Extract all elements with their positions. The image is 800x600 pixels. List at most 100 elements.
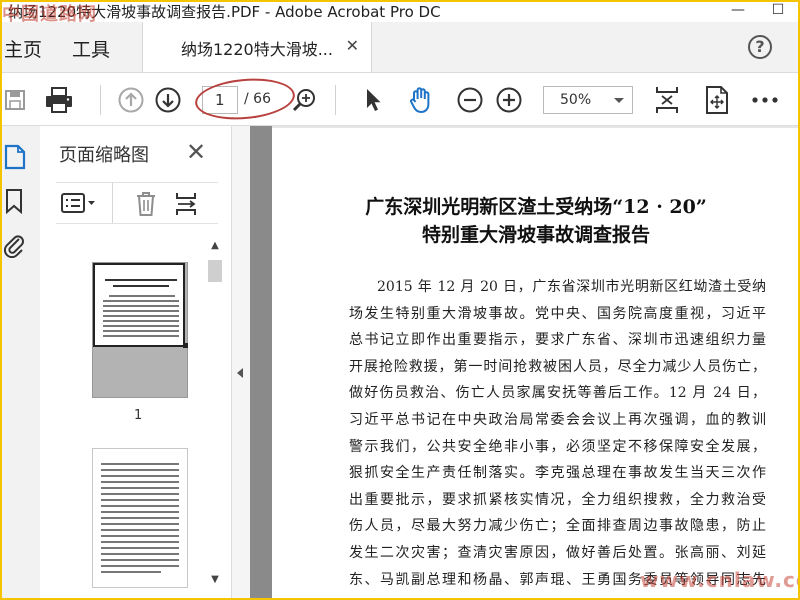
zoom-out-icon[interactable] [455, 85, 485, 115]
panel-title: 页面缩略图 [59, 145, 149, 166]
toolbar-separator [100, 85, 101, 115]
delete-page-icon[interactable] [134, 191, 158, 217]
thumbnail-page-number: 1 [134, 408, 143, 423]
thumbnails-panel: 页面缩略图 ✕ 1 ▲ ▼ [40, 126, 232, 600]
thumb-text-line [103, 335, 179, 337]
thumbnail-tools [56, 182, 218, 224]
scroll-up-icon[interactable]: ▲ [208, 240, 222, 251]
document-margin [250, 126, 272, 600]
thumb-text-line [101, 571, 161, 573]
thumb-text-line [103, 330, 179, 332]
thumb-text-line [103, 320, 179, 322]
collapse-panel-icon[interactable] [237, 368, 243, 378]
tab-row: 主页 工具 纳场1220特大滑坡... ✕ ? [0, 22, 800, 72]
page-view-handle[interactable] [183, 343, 188, 348]
thumbnail-page-1[interactable] [92, 262, 188, 398]
thumb-text-line [113, 285, 169, 287]
text-line: 狠抓安全生产责任制落实。李克强总理在事故发生当天三次作 [349, 465, 766, 482]
next-page-icon[interactable] [153, 85, 183, 115]
thumb-text-line [101, 529, 179, 531]
nav-home[interactable]: 主页 [4, 35, 42, 62]
scrolling-mode-icon[interactable] [652, 85, 682, 115]
zoom-in-icon[interactable] [494, 85, 524, 115]
panel-splitter[interactable] [232, 126, 250, 600]
minimize-button[interactable]: — [718, 0, 758, 22]
zoom-level-value: 50% [560, 92, 592, 108]
thumb-text-line [101, 505, 179, 507]
thumb-text-line [101, 511, 179, 513]
text-line: 总书记立即作出重要指示，要求广东省、深圳市迅速组织力量 [349, 332, 766, 349]
document-page[interactable]: 广东深圳光明新区渣土受纳场“12 · 20” 特别重大滑坡事故调查报告 2015… [272, 128, 800, 600]
text-line: 场发生特别重大滑坡事故。党中央、国务院高度重视，习近平 [349, 305, 766, 322]
thumb-text-line [103, 315, 179, 317]
thumb-text-line [103, 310, 179, 312]
save-icon[interactable] [0, 85, 30, 115]
zoom-marquee-icon[interactable] [290, 85, 320, 115]
page-thumbnails-icon[interactable] [4, 144, 26, 170]
page-view-box[interactable] [93, 263, 185, 347]
thumb-text-line [101, 523, 179, 525]
thumb-text-line [101, 553, 179, 555]
maximize-button[interactable]: ☐ [758, 0, 798, 22]
thumb-text-line [101, 565, 179, 567]
text-line: 做好伤员救治、伤亡人员家属安抚等善后工作。12 月 24 日， [349, 385, 766, 402]
toolbar: 1 / 66 50% [0, 72, 800, 126]
thumbnail-page-2[interactable] [92, 448, 188, 588]
navigation-rail [0, 126, 40, 600]
thumb-text-line [101, 487, 179, 489]
thumb-text-line [101, 517, 179, 519]
document-tab[interactable]: 纳场1220特大滑坡... ✕ [142, 22, 372, 72]
document-title-line-1: 广东深圳光明新区渣土受纳场“12 · 20” [365, 196, 707, 218]
thumb-text-line [103, 325, 179, 327]
document-tab-label: 纳场1220特大滑坡... [181, 40, 333, 59]
thumb-text-line [101, 463, 179, 465]
watermark-top: 中国道路网 [2, 4, 97, 25]
print-icon[interactable] [44, 85, 74, 115]
more-tools-icon[interactable] [750, 85, 780, 115]
thumb-text-line [103, 300, 179, 302]
text-line: 出重要批示，要求抓紧核实情况，全力组织搜救，全力救治受 [349, 491, 766, 508]
watermark-bottom: www.cnlaw.com [640, 568, 800, 592]
thumb-text-line [101, 469, 179, 471]
text-line: 习近平总书记在中央政治局常委会会议上再次强调，血的教训 [349, 411, 766, 428]
thumb-text-line [101, 535, 179, 537]
scroll-down-icon[interactable]: ▼ [208, 574, 222, 585]
scrollbar-thumb[interactable] [208, 260, 222, 282]
document-paragraph: 2015 年 12 月 20 日，广东省深圳市光明新区红坳渣土受纳 场发生特别重… [349, 274, 766, 593]
thumb-text-line [101, 481, 179, 483]
fit-page-icon[interactable] [702, 85, 732, 115]
help-icon[interactable]: ? [748, 35, 772, 59]
thumb-text-line [101, 541, 179, 543]
previous-page-icon[interactable] [116, 85, 146, 115]
bookmark-icon[interactable] [4, 188, 24, 214]
toolbar-separator [335, 85, 336, 115]
thumb-text-line [105, 279, 177, 281]
select-tool-icon[interactable] [358, 85, 388, 115]
thumbnail-options-icon[interactable] [60, 192, 98, 214]
attachment-icon[interactable] [2, 230, 26, 258]
thumb-text-line [101, 559, 179, 561]
thumb-text-line [101, 499, 179, 501]
nav-tools[interactable]: 工具 [72, 35, 110, 62]
chevron-down-icon [614, 98, 624, 103]
zoom-level-select[interactable]: 50% [543, 86, 633, 114]
hand-tool-icon[interactable] [406, 85, 436, 115]
close-panel-icon[interactable]: ✕ [186, 138, 206, 166]
text-line: 2015 年 12 月 20 日，广东省深圳市光明新区红坳渣土受纳 [377, 279, 766, 295]
thumb-text-line [109, 295, 175, 297]
thumb-text-line [101, 547, 179, 549]
text-line: 警示我们，公共安全绝非小事，必须坚定不移保障安全发展， [349, 438, 766, 455]
text-line: 开展抢险救援，第一时间抢救被困人员，尽全力减少人员伤亡， [349, 358, 766, 375]
title-bar: 纳场1220特大滑坡事故调查报告.PDF - Adobe Acrobat Pro… [0, 0, 800, 22]
text-line: 伤人员，尽最大努力减少伤亡；全面排查周边事故隐患，防止 [349, 518, 766, 535]
thumbnail-scrollbar[interactable]: ▲ ▼ [208, 234, 222, 590]
thumb-text-line [101, 493, 179, 495]
document-title-line-2: 特别重大滑坡事故调查报告 [421, 224, 650, 246]
thumb-text-line [103, 305, 179, 307]
thumb-text-line [101, 475, 179, 477]
red-ellipse-annotation [193, 74, 297, 124]
panel-tools-separator [112, 183, 113, 223]
text-line: 发生二次灾害；查清灾害原因，做好善后处置。张高丽、刘延 [349, 544, 766, 561]
extract-pages-icon[interactable] [174, 191, 202, 217]
close-tab-icon[interactable]: ✕ [346, 36, 359, 55]
